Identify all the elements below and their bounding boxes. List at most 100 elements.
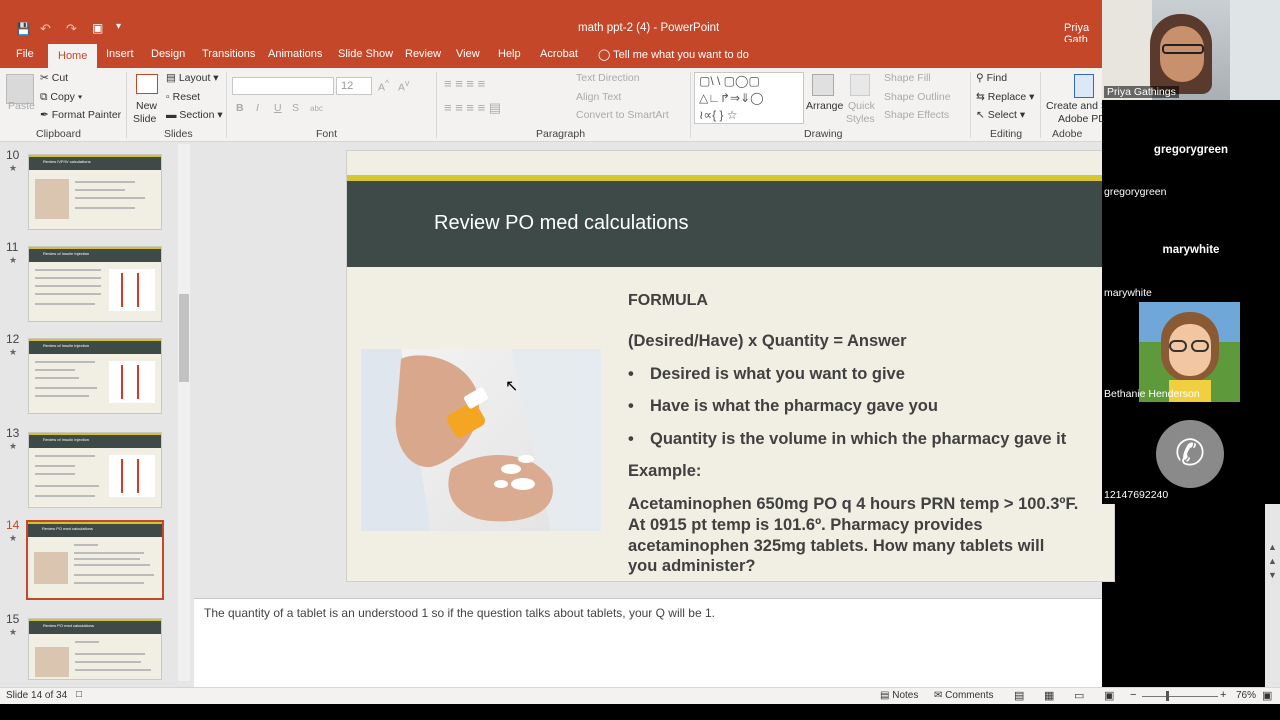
comments-button[interactable]: ✉ Comments [934, 690, 994, 701]
thumbnail-slide-11[interactable]: Review of Insulin Injection [28, 246, 162, 322]
reset-label: Reset [172, 91, 201, 103]
scroll-up-icon[interactable]: ▲ [1268, 542, 1277, 552]
align-icons[interactable]: ≡ ≡ ≡ ≡ ▤ [444, 100, 501, 116]
tab-animations[interactable]: Animations [262, 46, 328, 62]
speaker-notes[interactable]: The quantity of a tablet is an understoo… [204, 606, 715, 620]
quick-styles-icon[interactable] [850, 74, 870, 96]
replace-button[interactable]: ⇆ Replace ▾ [976, 91, 1034, 103]
arrange-button[interactable]: Arrange [806, 100, 843, 112]
undo-icon[interactable]: ↶ [40, 21, 51, 37]
bold-button[interactable]: B [236, 102, 244, 114]
strikethrough-button[interactable]: S [292, 102, 299, 114]
cut-button[interactable]: ✂ Cut [40, 72, 68, 84]
pills-in-hand-image[interactable] [361, 349, 601, 531]
select-button[interactable]: ↖ Select ▾ [976, 109, 1025, 121]
notes-button[interactable]: ▤ Notes [880, 690, 918, 701]
reset-button[interactable]: ▫ Reset [166, 91, 200, 103]
shrink-font-icon[interactable]: Av [398, 78, 409, 94]
customize-toolbar-icon[interactable]: ▾ [116, 21, 121, 32]
thumbnail-slide-13[interactable]: Review of Insulin injection [28, 432, 162, 508]
quick-styles-label-1[interactable]: Quick [848, 100, 875, 112]
tab-file[interactable]: File [10, 46, 40, 62]
new-slide-label-1[interactable]: New [136, 100, 157, 112]
grow-font-icon[interactable]: A^ [378, 78, 389, 94]
reading-view-icon[interactable]: ▭ [1074, 689, 1084, 702]
tab-transitions[interactable]: Transitions [196, 46, 261, 62]
underline-button[interactable]: U [274, 102, 282, 114]
arrange-icon[interactable] [812, 74, 834, 96]
notes-label: Notes [892, 690, 919, 701]
tell-me-text: Tell me what you want to do [613, 49, 749, 61]
tab-insert[interactable]: Insert [100, 46, 140, 62]
avatar[interactable] [1139, 302, 1240, 402]
shapes-gallery[interactable]: ▢\ \ ▢◯▢ △∟↱⇒⇓◯ ≀∝{ } ☆ [694, 72, 804, 124]
video-call-panel: Priya Gathings gregorygreen gregorygreen… [1102, 0, 1280, 504]
tab-design[interactable]: Design [145, 46, 191, 62]
quick-styles-label-2[interactable]: Styles [846, 113, 875, 125]
phone-participant-tile[interactable]: ✆ [1139, 414, 1240, 490]
find-button[interactable]: ⚲ Find [976, 72, 1007, 84]
start-from-beginning-icon[interactable]: ▣ [92, 21, 103, 35]
group-label-font: Font [316, 128, 338, 140]
text-direction-button[interactable]: Text Direction [576, 72, 640, 84]
star-icon: ★ [9, 533, 18, 543]
slide-title[interactable]: Review PO med calculations [434, 212, 689, 235]
new-slide-icon[interactable] [136, 74, 158, 94]
shape-fill-button[interactable]: Shape Fill [884, 72, 931, 84]
create-pdf-label-2[interactable]: Adobe PD [1058, 113, 1106, 125]
format-painter-label: Format Painter [51, 109, 122, 121]
current-slide[interactable]: Review PO med calculations FORMULA (Desi… [346, 150, 1115, 582]
shape-effects-button[interactable]: Shape Effects [884, 109, 949, 121]
tab-home[interactable]: Home [48, 44, 98, 68]
scrollbar-thumb[interactable] [179, 294, 189, 382]
font-size-box[interactable]: 12 [336, 77, 372, 95]
redo-icon[interactable]: ↷ [66, 21, 77, 37]
smartart-button[interactable]: Convert to SmartArt [576, 109, 669, 121]
section-button[interactable]: ▬ Section ▾ [166, 109, 223, 121]
copy-button[interactable]: ⧉ Copy ▾ [40, 91, 82, 104]
font-name-box[interactable] [232, 77, 334, 95]
slide-number: 13 [6, 426, 20, 440]
fit-to-window-icon[interactable]: ▣ [1262, 689, 1272, 702]
thumbnail-slide-12[interactable]: Review of Insulin injection [28, 338, 162, 414]
lightbulb-icon: ◯ [598, 49, 611, 61]
tab-review[interactable]: Review [399, 46, 447, 62]
slide-sorter-icon[interactable]: ▦ [1044, 689, 1054, 702]
thumbnail-slide-15[interactable]: Review PO med calculations [28, 618, 162, 680]
zoom-slider[interactable] [1142, 696, 1218, 697]
tab-acrobat[interactable]: Acrobat [534, 46, 584, 62]
thumbnail-scrollbar[interactable] [178, 144, 190, 681]
shadow-button[interactable]: abc [310, 104, 323, 113]
pdf-icon[interactable] [1074, 74, 1094, 98]
create-pdf-label-1[interactable]: Create and S [1046, 100, 1108, 112]
slideshow-icon[interactable]: ▣ [1104, 689, 1114, 702]
tab-slide-show[interactable]: Slide Show [332, 46, 399, 62]
presenter-video[interactable] [1102, 0, 1280, 100]
tab-help[interactable]: Help [492, 46, 527, 62]
thumbnail-image [35, 647, 69, 677]
zoom-level[interactable]: 76% [1236, 690, 1256, 701]
new-slide-label-2[interactable]: Slide [133, 113, 156, 125]
thumbnail-slide-14-selected[interactable]: Review PO med calculations [26, 520, 164, 600]
align-text-button[interactable]: Align Text [576, 91, 621, 103]
tab-view[interactable]: View [450, 46, 486, 62]
paste-button[interactable]: Paste [8, 100, 35, 112]
layout-button[interactable]: ▤ Layout ▾ [166, 72, 219, 84]
accessibility-icon[interactable]: □ [76, 689, 82, 700]
previous-slide-icon[interactable]: ▲ [1268, 556, 1277, 566]
tell-me-search[interactable]: ◯ Tell me what you want to do [592, 46, 755, 63]
zoom-slider-thumb[interactable] [1166, 691, 1169, 701]
notes-pane[interactable]: The quantity of a tablet is an understoo… [194, 598, 1102, 687]
bullets-icon[interactable]: ≡ ≡ ≡ ≡ [444, 76, 485, 91]
thumbnail-slide-10[interactable]: Review IVP/IV calculations [28, 154, 162, 230]
divider [226, 72, 227, 138]
next-slide-icon[interactable]: ▼ [1268, 570, 1277, 580]
normal-view-icon[interactable]: ▤ [1014, 689, 1024, 702]
zoom-out-icon[interactable]: − [1130, 689, 1136, 701]
italic-button[interactable]: I [256, 102, 259, 114]
format-painter-button[interactable]: ✒ Format Painter [40, 109, 121, 121]
save-icon[interactable]: 💾 [16, 22, 31, 36]
example-line-4: you administer? [628, 557, 756, 575]
zoom-in-icon[interactable]: + [1220, 689, 1226, 701]
shape-outline-button[interactable]: Shape Outline [884, 91, 951, 103]
